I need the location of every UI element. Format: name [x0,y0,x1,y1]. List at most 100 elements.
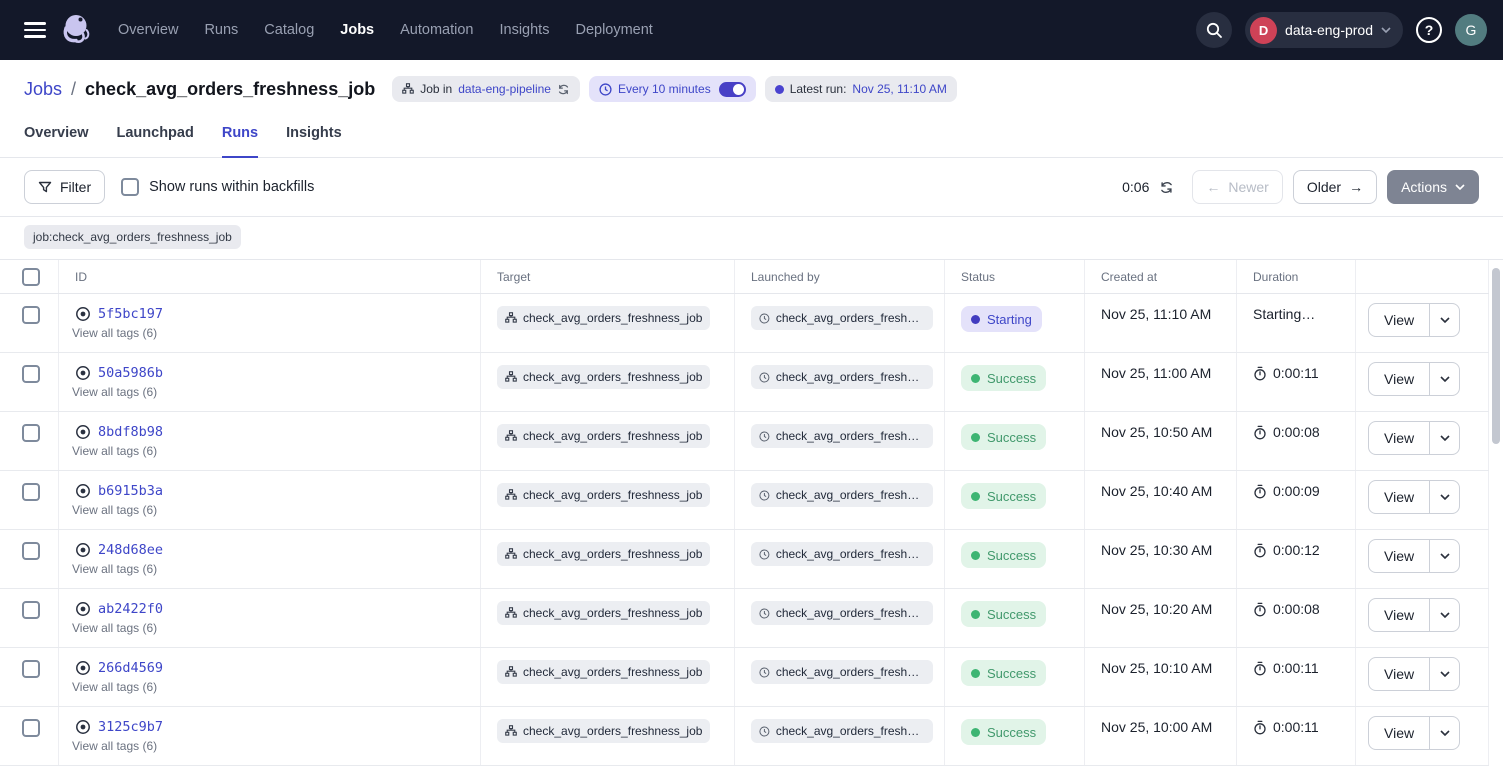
target-pill[interactable]: check_avg_orders_freshness_job [497,660,710,684]
nav-item-jobs[interactable]: Jobs [340,22,374,38]
refresh-button[interactable] [1159,180,1174,195]
target-pill[interactable]: check_avg_orders_freshness_job [497,483,710,507]
run-id-link[interactable]: ab2422f0 [98,601,163,617]
row-checkbox[interactable] [22,660,40,678]
status-pill[interactable]: Starting [961,306,1042,332]
latest-run-link[interactable]: Nov 25, 11:10 AM [852,82,947,96]
view-all-tags-link[interactable]: View all tags (6) [72,326,472,340]
older-button[interactable]: Older → [1293,170,1377,204]
launched-by-pill[interactable]: check_avg_orders_freshness_job [751,542,933,566]
view-button[interactable]: View [1369,599,1429,631]
launched-by-pill[interactable]: check_avg_orders_freshness_job [751,660,933,684]
run-id-link[interactable]: 3125c9b7 [98,719,163,735]
status-pill[interactable]: Success [961,424,1046,450]
search-button[interactable] [1196,12,1232,48]
created-at-cell: Nov 25, 11:00 AM [1085,353,1237,411]
tab-overview[interactable]: Overview [24,116,89,157]
user-avatar[interactable]: G [1455,14,1487,46]
newer-button[interactable]: ← Newer [1192,170,1282,204]
job-filter-tag[interactable]: job:check_avg_orders_freshness_job [24,225,241,249]
run-row: 266d4569 View all tags (6) check_avg_ord… [0,648,1489,707]
view-dropdown-button[interactable] [1429,363,1459,395]
target-pill[interactable]: check_avg_orders_freshness_job [497,424,710,448]
view-dropdown-button[interactable] [1429,599,1459,631]
view-button[interactable]: View [1369,422,1429,454]
view-dropdown-button[interactable] [1429,422,1459,454]
breadcrumb-jobs-link[interactable]: Jobs [24,79,62,100]
launched-by-pill[interactable]: check_avg_orders_freshness_job [751,719,933,743]
scrollbar-thumb[interactable] [1492,268,1500,444]
workspace-switcher[interactable]: D data-eng-prod [1245,12,1403,48]
status-pill[interactable]: Success [961,542,1046,568]
code-location-link[interactable]: data-eng-pipeline [458,82,551,96]
nav-item-runs[interactable]: Runs [204,22,238,38]
run-id-link[interactable]: b6915b3a [98,483,163,499]
row-checkbox[interactable] [22,601,40,619]
tab-runs[interactable]: Runs [222,116,258,157]
row-checkbox[interactable] [22,542,40,560]
target-pill[interactable]: check_avg_orders_freshness_job [497,542,710,566]
row-checkbox[interactable] [22,424,40,442]
tab-launchpad[interactable]: Launchpad [117,116,194,157]
view-all-tags-link[interactable]: View all tags (6) [72,444,472,458]
launched-by-pill[interactable]: check_avg_orders_freshness_job [751,424,933,448]
duration-value: 0:00:11 [1273,719,1319,735]
view-button[interactable]: View [1369,304,1429,336]
view-button[interactable]: View [1369,540,1429,572]
schedule-toggle[interactable] [719,82,746,97]
view-dropdown-button[interactable] [1429,481,1459,513]
nav-item-deployment[interactable]: Deployment [575,22,652,38]
filter-button[interactable]: Filter [24,170,105,204]
target-pill[interactable]: check_avg_orders_freshness_job [497,601,710,625]
status-pill[interactable]: Success [961,365,1046,391]
target-pill[interactable]: check_avg_orders_freshness_job [497,306,710,330]
actions-button[interactable]: Actions [1387,170,1479,204]
row-checkbox[interactable] [22,719,40,737]
workspace-name: data-eng-prod [1285,22,1373,38]
view-dropdown-button[interactable] [1429,304,1459,336]
backfills-checkbox[interactable] [121,178,139,196]
row-checkbox[interactable] [22,483,40,501]
help-button[interactable]: ? [1416,17,1442,43]
clock-icon [759,489,770,502]
view-dropdown-button[interactable] [1429,717,1459,749]
status-pill[interactable]: Success [961,601,1046,627]
run-id-link[interactable]: 266d4569 [98,660,163,676]
view-all-tags-link[interactable]: View all tags (6) [72,680,472,694]
target-pill[interactable]: check_avg_orders_freshness_job [497,365,710,389]
view-button[interactable]: View [1369,717,1429,749]
run-id-link[interactable]: 50a5986b [98,365,163,381]
view-button[interactable]: View [1369,658,1429,690]
launched-by-pill[interactable]: check_avg_orders_freshness_job [751,483,933,507]
status-pill[interactable]: Success [961,719,1046,745]
launched-by-pill[interactable]: check_avg_orders_freshness_job [751,365,933,389]
view-all-tags-link[interactable]: View all tags (6) [72,562,472,576]
hamburger-menu-button[interactable] [16,11,54,49]
run-id-link[interactable]: 248d68ee [98,542,163,558]
view-all-tags-link[interactable]: View all tags (6) [72,739,472,753]
view-all-tags-link[interactable]: View all tags (6) [72,503,472,517]
view-dropdown-button[interactable] [1429,658,1459,690]
view-all-tags-link[interactable]: View all tags (6) [72,621,472,635]
run-id-link[interactable]: 8bdf8b98 [98,424,163,440]
row-checkbox[interactable] [22,306,40,324]
launched-by-pill[interactable]: check_avg_orders_freshness_job [751,306,933,330]
nav-item-overview[interactable]: Overview [118,22,178,38]
tab-insights[interactable]: Insights [286,116,342,157]
dagster-logo-icon[interactable] [58,11,96,49]
select-all-checkbox[interactable] [22,268,40,286]
view-dropdown-button[interactable] [1429,540,1459,572]
nav-item-catalog[interactable]: Catalog [264,22,314,38]
row-checkbox[interactable] [22,365,40,383]
view-button[interactable]: View [1369,481,1429,513]
column-header-status: Status [945,260,1085,293]
target-pill[interactable]: check_avg_orders_freshness_job [497,719,710,743]
view-all-tags-link[interactable]: View all tags (6) [72,385,472,399]
run-id-link[interactable]: 5f5bc197 [98,306,163,322]
nav-item-automation[interactable]: Automation [400,22,473,38]
status-pill[interactable]: Success [961,483,1046,509]
view-button[interactable]: View [1369,363,1429,395]
status-pill[interactable]: Success [961,660,1046,686]
nav-item-insights[interactable]: Insights [499,22,549,38]
launched-by-pill[interactable]: check_avg_orders_freshness_job [751,601,933,625]
